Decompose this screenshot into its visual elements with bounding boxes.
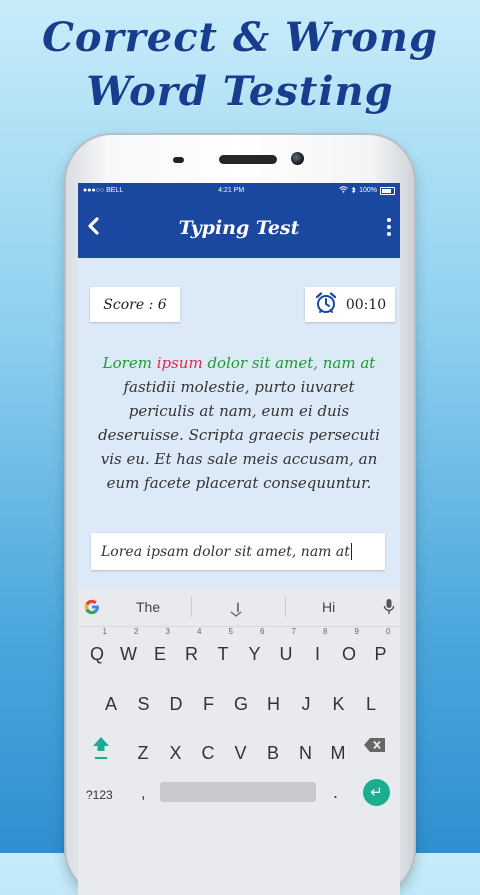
key-s[interactable]: S [131,684,157,724]
battery-percent: 100% [359,187,377,194]
key-g[interactable]: G [228,684,254,724]
key-c[interactable]: C [195,733,221,773]
suggestion-divider [191,597,192,617]
key-hint-number: 5 [228,627,233,636]
bluetooth-icon [351,186,356,196]
suggestion-3[interactable]: Hi [322,599,335,615]
earpiece-speaker [219,155,277,164]
key-y[interactable]: Y6 [242,627,268,674]
typing-input-value: Lorea ipsam dolor sit amet, nam at [101,543,350,560]
more-vert-icon[interactable] [386,218,392,239]
key-hint-number: 4 [197,627,202,636]
key-d[interactable]: D [163,684,189,724]
suggestion-divider [285,597,286,617]
key-hint-number: 7 [291,627,296,636]
test-passage: Lorem ipsum dolor sit amet, nam at fasti… [98,351,380,495]
status-bar: ●●●○○ BELL 4:21 PM 100% [78,183,400,198]
key-hint-number: 0 [386,627,391,636]
key-v[interactable]: V [228,733,254,773]
passage-word-wrong: ipsum [156,354,203,372]
key-b[interactable]: B [260,733,286,773]
key-i[interactable]: I8 [305,627,331,674]
key-u[interactable]: U7 [273,627,299,674]
key-hint-number: 3 [165,627,170,636]
key-j[interactable]: J [293,684,319,724]
space-bar[interactable] [160,782,316,802]
headline-line-2: Word Testing [86,68,394,115]
passage-remaining-text: fastidii molestie, purto iuvaret pericul… [98,378,380,492]
key-k[interactable]: K [326,684,352,724]
score-card: Score : 6 [90,287,180,322]
carrier-label: ●●●○○ BELL [83,187,124,194]
battery-icon [379,186,395,195]
headline-line-1: Correct & Wrong [42,14,438,61]
wifi-icon [339,186,348,195]
comma-key[interactable]: , [141,785,145,803]
key-l[interactable]: L [358,684,384,724]
phone-screen: ●●●○○ BELL 4:21 PM 100% Typing Test Scor… [78,183,400,895]
key-r[interactable]: R4 [179,627,205,674]
microphone-icon[interactable] [383,598,395,621]
key-m[interactable]: M [325,733,351,773]
front-camera [291,152,304,165]
key-w[interactable]: W2 [116,627,142,674]
suggestion-expand-icon[interactable] [230,611,242,617]
key-x[interactable]: X [163,733,189,773]
key-p[interactable]: P0 [368,627,394,674]
key-n[interactable]: N [293,733,319,773]
key-t[interactable]: T5 [210,627,236,674]
front-sensor [173,157,184,163]
key-hint-number: 1 [102,627,107,636]
google-g-icon[interactable] [83,598,101,616]
soft-keyboard: The I Hi Q1W2E3R4T5Y6U7I8O9P0 ASDFGHJKL … [78,589,400,895]
passage-word-correct: Lorem [102,354,157,372]
timer-card: 00:10 [305,287,395,322]
key-a[interactable]: A [98,684,124,724]
period-key[interactable]: . [333,782,338,803]
score-label: Score : [103,296,154,313]
backspace-icon[interactable] [363,736,387,754]
phone-frame: ●●●○○ BELL 4:21 PM 100% Typing Test Scor… [66,135,414,895]
key-hint-number: 8 [323,627,328,636]
clock: 4:21 PM [218,187,245,194]
page-title: Typing Test [178,217,300,239]
key-h[interactable]: H [261,684,287,724]
score-value: 6 [157,296,167,313]
key-f[interactable]: F [196,684,222,724]
text-cursor [350,543,352,560]
suggestion-strip: The I Hi [78,589,400,627]
passage-words-correct: dolor sit amet, nam at [202,354,376,372]
timer-value: 00:10 [345,296,387,313]
symbols-key[interactable]: ?123 [86,788,113,802]
key-e[interactable]: E3 [147,627,173,674]
key-z[interactable]: Z [130,733,156,773]
key-q[interactable]: Q1 [84,627,110,674]
alarm-clock-icon [314,291,338,319]
enter-key[interactable]: ↵ [363,779,390,806]
key-hint-number: 6 [260,627,265,636]
suggestion-1[interactable]: The [136,599,160,615]
key-o[interactable]: O9 [336,627,362,674]
shift-icon[interactable] [88,731,114,765]
typing-input[interactable]: Lorea ipsam dolor sit amet, nam at [91,533,385,570]
app-bar: Typing Test [78,198,400,258]
key-hint-number: 2 [134,627,139,636]
key-hint-number: 9 [354,627,359,636]
